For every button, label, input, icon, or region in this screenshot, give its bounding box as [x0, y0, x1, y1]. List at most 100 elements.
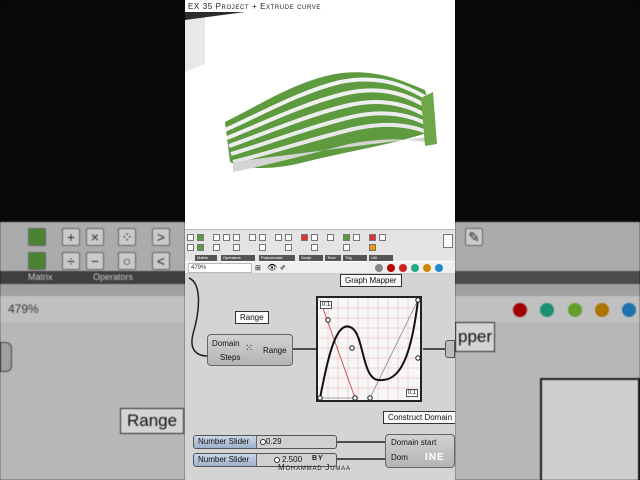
- graph-corner-top: 0:1: [320, 301, 333, 309]
- render-top-stairs: [185, 12, 245, 72]
- tool-icon-13[interactable]: [343, 234, 350, 241]
- tool-icon-20[interactable]: [233, 244, 240, 251]
- watermark-by: BY: [312, 455, 324, 462]
- blue-sphere-icon-small[interactable]: [435, 264, 443, 272]
- graph-corner-bottom: 0:1: [405, 389, 418, 397]
- graph-mapper-component[interactable]: 0:1 0:1: [316, 296, 422, 402]
- tool-icon-9[interactable]: [285, 234, 292, 241]
- left-wire-node: [0, 342, 12, 372]
- video-title: EX 35 Project + Extrude curve: [188, 2, 321, 11]
- range-input-domain[interactable]: Domain: [212, 339, 240, 348]
- range-input-steps[interactable]: Steps: [220, 353, 240, 362]
- tool-icon-14[interactable]: [353, 234, 360, 241]
- dots-icon: ⁘: [118, 228, 136, 246]
- tool-icon-24[interactable]: [343, 244, 350, 251]
- zoom-fit-icon[interactable]: ⊞: [255, 264, 261, 272]
- blue-sphere-icon: [622, 302, 637, 317]
- orange-sphere-icon-small[interactable]: [423, 264, 431, 272]
- tool-icon-21[interactable]: [259, 244, 266, 251]
- category-trig[interactable]: Trig: [343, 255, 367, 261]
- left-canvas: Range: [0, 322, 185, 480]
- grey-sphere-icon[interactable]: [375, 264, 383, 272]
- category-matrix[interactable]: Matrix: [195, 255, 217, 261]
- green-sphere-icon: [540, 302, 555, 317]
- canvas-address-bar: 479% ⊞ 👁 ✐: [185, 262, 455, 274]
- grasshopper-canvas[interactable]: Range Domain Steps ⁙ Range Graph Mapper: [185, 274, 455, 480]
- graph-mapper-tag: Graph Mapper: [340, 274, 402, 287]
- zoom-value: 479%: [191, 265, 207, 271]
- divide-icon: ÷: [62, 252, 80, 270]
- tool-icon-12[interactable]: [327, 234, 334, 241]
- render-extrusion: [224, 72, 437, 172]
- tool-icon-19[interactable]: [213, 244, 220, 251]
- construct-domain-start[interactable]: Domain start: [391, 438, 436, 447]
- left-toolbar-row: [0, 284, 185, 296]
- red-sphere-icon: [513, 302, 527, 317]
- pen-icon: ✎: [465, 228, 483, 246]
- right-background-panel: ✎ pper: [455, 0, 640, 480]
- tool-icon-3[interactable]: [213, 234, 220, 241]
- red-sphere-icon-small-2[interactable]: [399, 264, 407, 272]
- category-time[interactable]: Time: [325, 255, 341, 261]
- lime-sphere-icon: [567, 302, 582, 317]
- minus-icon: −: [86, 252, 104, 270]
- number-slider-1[interactable]: Number Slider 0.29: [193, 435, 337, 449]
- plus-icon: +: [62, 228, 80, 246]
- circle-icon: ○: [118, 252, 136, 270]
- range-output[interactable]: Range: [263, 346, 287, 355]
- watermark-brand: INE: [425, 452, 445, 463]
- tool-icon-2[interactable]: [197, 234, 204, 241]
- less-than-icon: <: [152, 252, 170, 270]
- right-toolbar-row: [455, 284, 640, 296]
- zoom-field[interactable]: 479%: [188, 263, 252, 273]
- category-operators[interactable]: Operators: [221, 255, 255, 261]
- slider-2-name: Number Slider: [194, 454, 257, 466]
- right-render-dark: [455, 0, 640, 222]
- range-component[interactable]: Domain Steps ⁙ Range: [207, 334, 293, 366]
- tool-icon-4[interactable]: [223, 234, 230, 241]
- construct-domain-end[interactable]: Dom: [391, 453, 408, 462]
- category-util[interactable]: Util: [369, 255, 393, 261]
- pen-tool-icon[interactable]: [443, 234, 453, 248]
- tool-icon-11[interactable]: [311, 234, 318, 241]
- right-icon-strip: [455, 296, 640, 322]
- orange-sphere-icon: [595, 302, 610, 317]
- tool-icon-8[interactable]: [275, 234, 282, 241]
- grid-icon: [28, 228, 46, 246]
- tool-icon-5[interactable]: [233, 234, 240, 241]
- tool-icon-25[interactable]: [369, 244, 376, 251]
- construct-domain-tag: Construct Domain: [383, 411, 455, 424]
- tool-icon-17[interactable]: [187, 244, 194, 251]
- tool-icon-6[interactable]: [249, 234, 256, 241]
- partial-component[interactable]: [445, 340, 455, 358]
- tool-icon-1[interactable]: [187, 234, 194, 241]
- category-script[interactable]: Script: [299, 255, 323, 261]
- tool-icon-7[interactable]: [259, 234, 266, 241]
- left-background-panel: + × ⁘ > ÷ − ○ < Matrix Operators 479% Ra…: [0, 0, 185, 480]
- tool-icon-10[interactable]: [301, 234, 308, 241]
- right-partial-tag: pper: [455, 322, 495, 352]
- graph-mapper-plot: [317, 297, 421, 401]
- gh-toolbar: Matrix Operators Polynomials Script Time…: [185, 229, 455, 261]
- tool-icon-18[interactable]: [197, 244, 204, 251]
- tool-icon-23[interactable]: [311, 244, 318, 251]
- tool-icon-15[interactable]: [369, 234, 376, 241]
- range-tag: Range: [235, 311, 269, 324]
- left-category-matrix: Matrix: [28, 272, 53, 282]
- right-graph-fragment: [540, 378, 640, 480]
- slider-1-value: 0.29: [266, 437, 282, 446]
- green-sphere-icon-small[interactable]: [411, 264, 419, 272]
- right-canvas: pper: [455, 322, 640, 480]
- video-frame: EX 35 Project + Extrude curve Matrix Ope…: [185, 0, 455, 480]
- left-category-band: Matrix Operators: [0, 271, 185, 284]
- red-sphere-icon-small[interactable]: [387, 264, 395, 272]
- grid-icon-2: [28, 252, 46, 270]
- tool-icon-22[interactable]: [285, 244, 292, 251]
- brush-icon[interactable]: ✐: [280, 264, 286, 272]
- category-polynomials[interactable]: Polynomials: [259, 255, 295, 261]
- left-zoom-field: 479%: [0, 296, 185, 322]
- eye-icon[interactable]: 👁: [267, 263, 277, 272]
- times-icon: ×: [86, 228, 104, 246]
- left-zoom-value: 479%: [8, 302, 39, 316]
- tool-icon-16[interactable]: [379, 234, 386, 241]
